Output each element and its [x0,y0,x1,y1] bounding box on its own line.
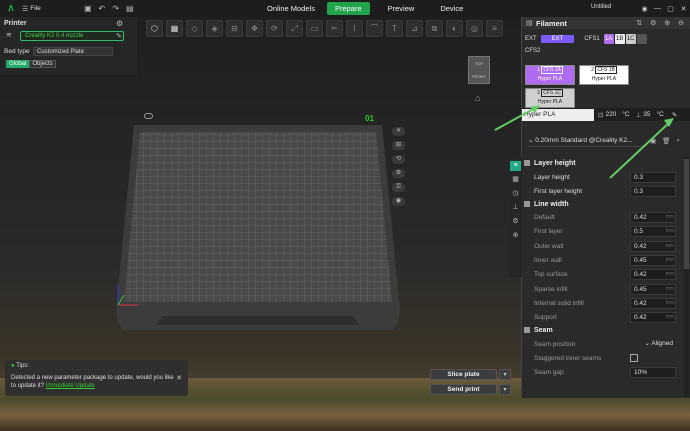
arrow-to-material [494,106,538,131]
arrow-to-edit [609,120,672,179]
annotation-arrows [494,105,674,179]
